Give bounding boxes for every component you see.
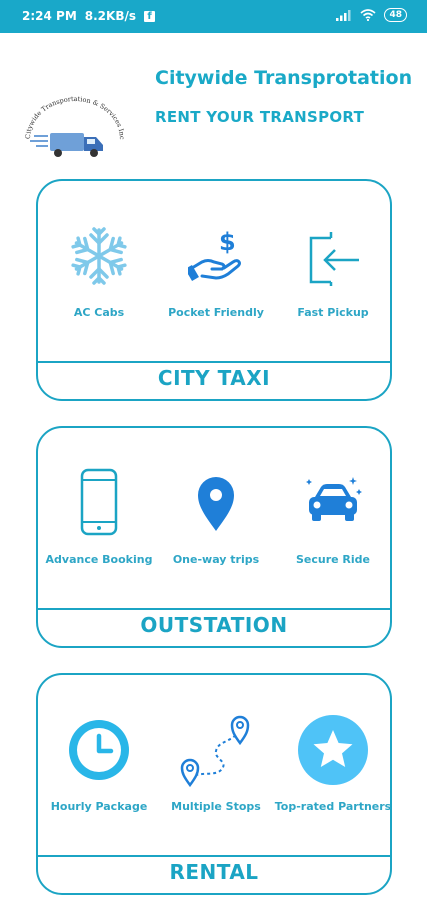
wifi-icon xyxy=(360,9,376,21)
status-speed: 8.2KB/s xyxy=(84,9,136,23)
app-title: Citywide Transprotation xyxy=(155,67,413,89)
status-left: 2:24 PM 8.2KB/s f xyxy=(22,9,155,23)
feature-multiple-stops: Multiple Stops xyxy=(157,715,275,815)
snowflake-icon xyxy=(69,227,129,285)
feature-label: Secure Ride xyxy=(295,553,371,566)
feature-label: Fast Pickup xyxy=(297,306,369,319)
company-logo: Citywide Transportation & Services Inc xyxy=(24,95,126,157)
status-bar: 2:24 PM 8.2KB/s f 48 xyxy=(0,0,427,33)
card-title: RENTAL xyxy=(169,860,259,884)
outstation-card[interactable]: Advance Booking One-way trips Secure Rid… xyxy=(36,426,392,648)
feature-one-way-trips: One-way trips xyxy=(157,468,275,568)
feature-secure-ride: Secure Ride xyxy=(274,468,392,568)
app-subtitle: RENT YOUR TRANSPORT xyxy=(155,108,365,126)
enter-door-icon xyxy=(309,232,359,286)
rental-card[interactable]: Hourly Package Multiple Stops Top-rated … xyxy=(36,673,392,895)
facebook-icon: f xyxy=(144,10,155,22)
feature-fast-pickup: Fast Pickup xyxy=(274,221,392,321)
feature-ac-cabs: AC Cabs xyxy=(40,221,158,321)
feature-advance-booking: Advance Booking xyxy=(40,468,158,568)
card-divider xyxy=(38,855,390,857)
feature-hourly-package: Hourly Package xyxy=(40,715,158,815)
feature-label: Multiple Stops xyxy=(171,800,261,813)
svg-text:$: $ xyxy=(219,228,236,256)
feature-label: Pocket Friendly xyxy=(168,306,264,319)
star-badge-icon xyxy=(298,715,368,785)
card-title: OUTSTATION xyxy=(140,613,288,637)
signal-icon xyxy=(336,10,351,21)
smartphone-icon xyxy=(80,468,118,536)
feature-label: AC Cabs xyxy=(73,306,125,319)
car-icon xyxy=(306,477,362,521)
feature-pocket-friendly: $ Pocket Friendly xyxy=(157,221,275,321)
feature-label: Advance Booking xyxy=(45,553,153,566)
route-icon xyxy=(180,715,250,787)
feature-top-rated-partners: Top-rated Partners xyxy=(274,715,392,815)
card-divider xyxy=(38,608,390,610)
feature-label: One-way trips xyxy=(172,553,260,566)
hand-dollar-icon: $ xyxy=(188,228,241,282)
city-taxi-card[interactable]: AC Cabs $ Pocket Friendly Fast Pickup CI… xyxy=(36,179,392,401)
header: Citywide Transportation & Services Inc C… xyxy=(0,33,427,173)
battery-icon: 48 xyxy=(384,8,407,22)
feature-label: Hourly Package xyxy=(50,800,148,813)
card-title: CITY TAXI xyxy=(157,366,271,390)
status-right: 48 xyxy=(336,8,407,22)
clock-icon xyxy=(69,720,129,780)
status-time: 2:24 PM xyxy=(22,9,77,23)
map-pin-icon xyxy=(198,477,234,531)
feature-label: Top-rated Partners xyxy=(274,800,392,813)
card-divider xyxy=(38,361,390,363)
